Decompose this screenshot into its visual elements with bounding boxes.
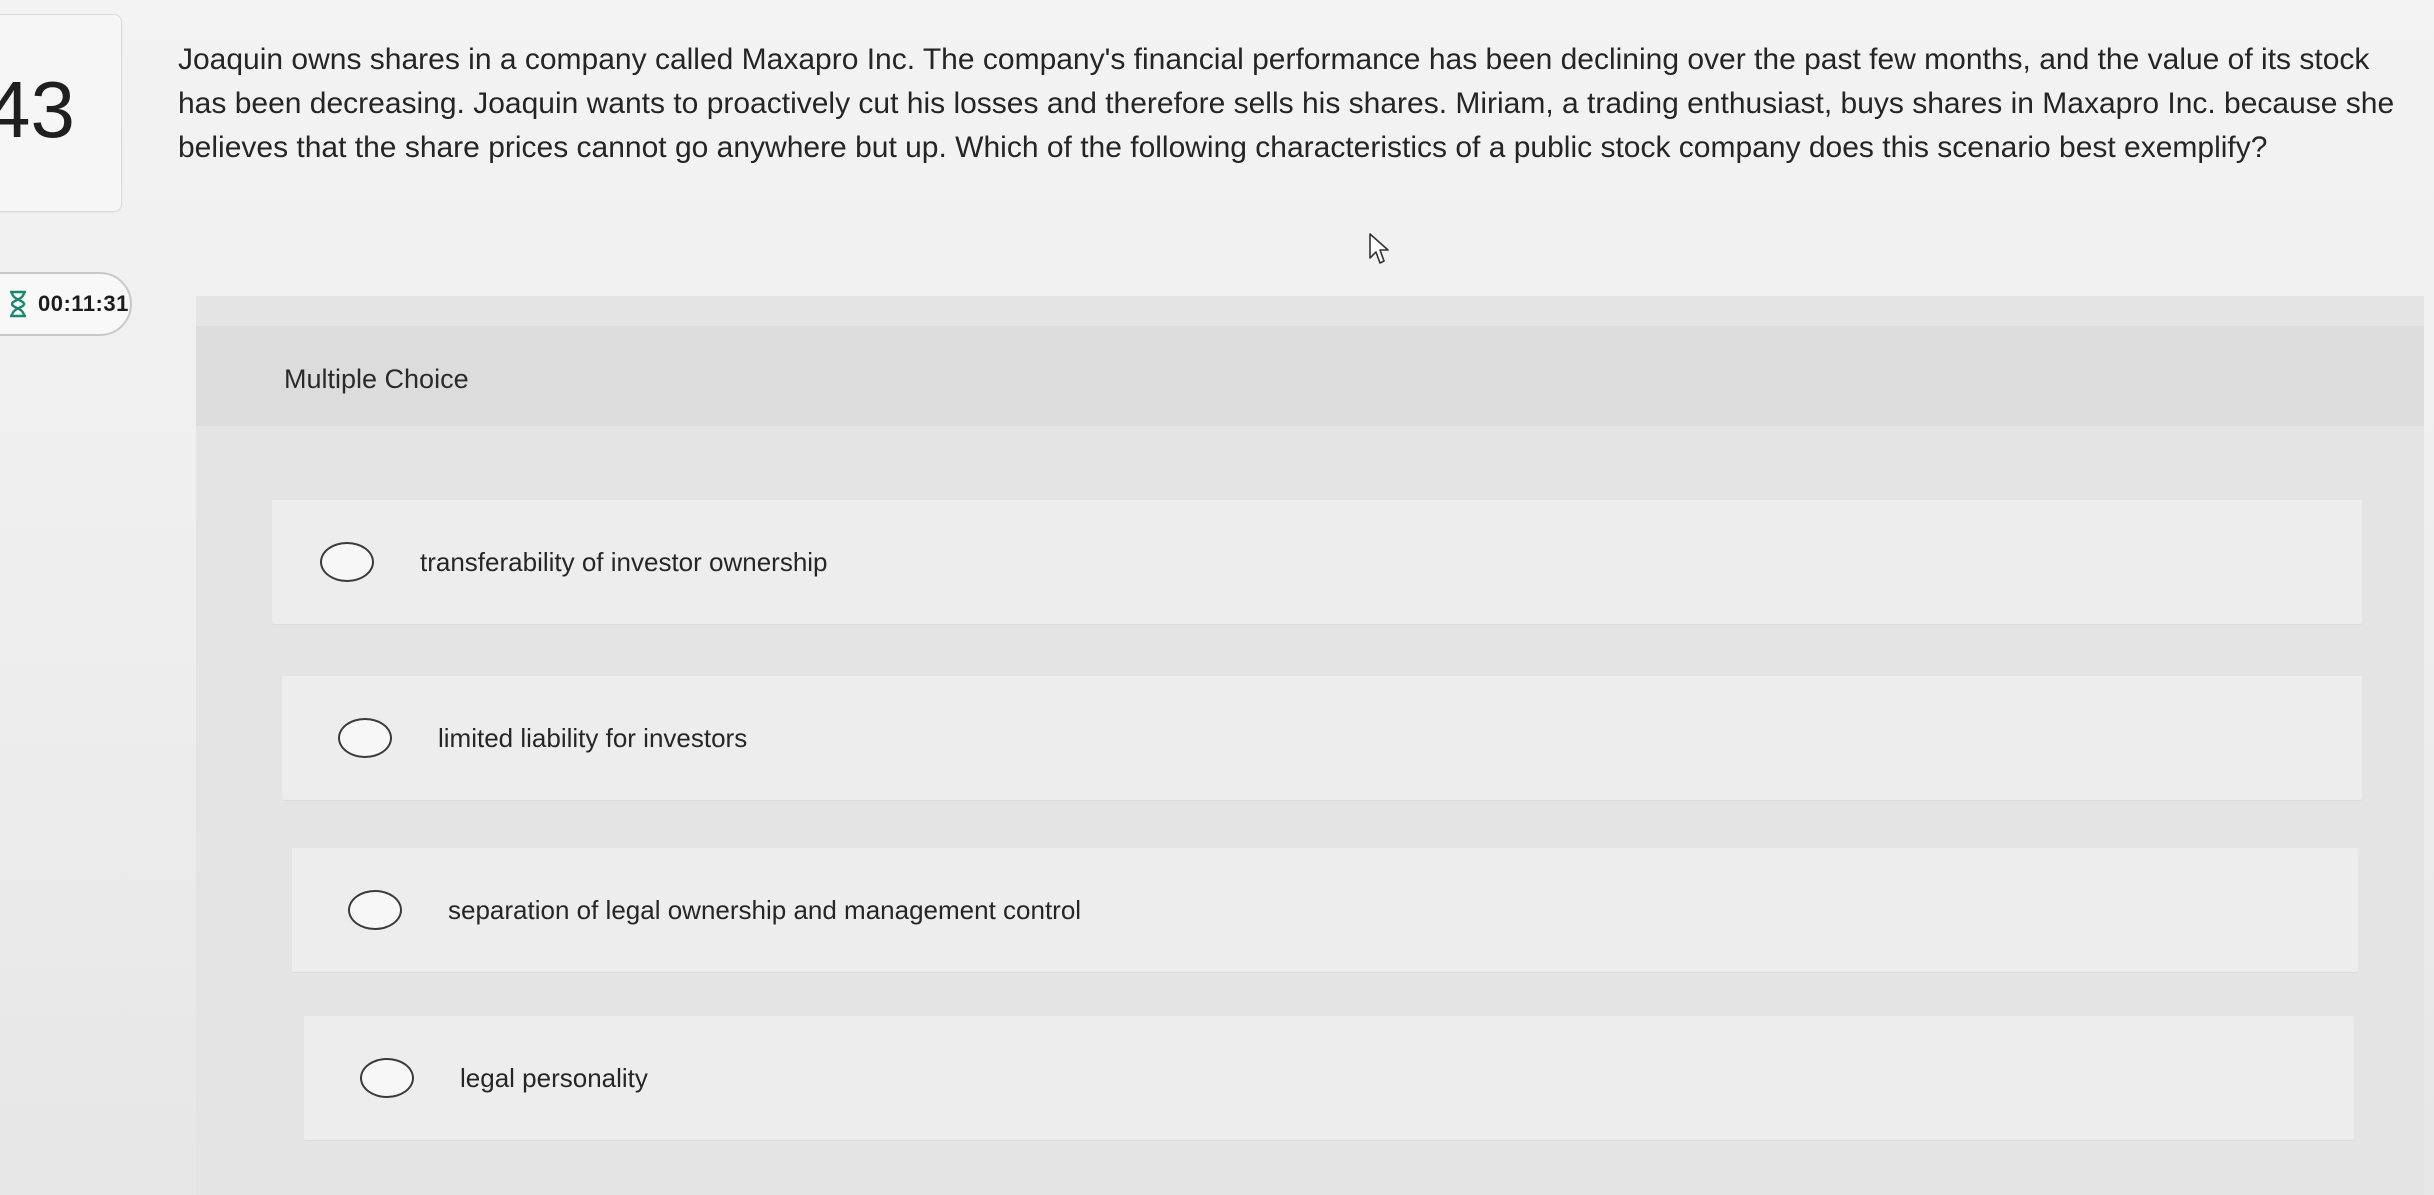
- radio-button[interactable]: [320, 542, 374, 582]
- quiz-page: 43 00:11:31 Joaquin owns shares in a com…: [0, 0, 2434, 1195]
- choice-option-1[interactable]: transferability of investor ownership: [272, 500, 2362, 624]
- hourglass-icon: [8, 290, 28, 318]
- question-type-label: Multiple Choice: [284, 364, 469, 394]
- answer-panel-header: [196, 326, 2424, 426]
- choice-option-4[interactable]: legal personality: [304, 1016, 2354, 1140]
- question-number: 43: [0, 65, 75, 154]
- mouse-cursor-icon: [1369, 233, 1389, 264]
- choice-label: legal personality: [460, 1062, 648, 1093]
- question-text: Joaquin owns shares in a company called …: [178, 43, 2395, 164]
- timer-value: 00:11:31: [38, 291, 129, 316]
- radio-button[interactable]: [338, 718, 392, 758]
- radio-button[interactable]: [360, 1058, 414, 1098]
- choice-label: limited liability for investors: [438, 722, 748, 753]
- choice-option-2[interactable]: limited liability for investors: [282, 676, 2362, 800]
- timer-pill[interactable]: 00:11:31: [0, 272, 132, 336]
- choice-label: transferability of investor ownership: [420, 546, 828, 577]
- choice-label: separation of legal ownership and manage…: [448, 894, 1082, 925]
- radio-button[interactable]: [348, 890, 402, 930]
- choice-option-3[interactable]: separation of legal ownership and manage…: [292, 848, 2358, 972]
